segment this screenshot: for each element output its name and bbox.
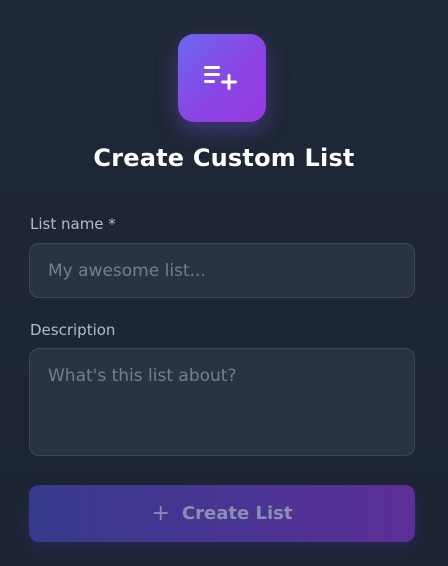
list-add-icon bbox=[178, 34, 266, 122]
create-list-button-label: Create List bbox=[181, 503, 293, 524]
list-name-label: List name * bbox=[30, 215, 116, 233]
create-list-panel: Create Custom List List name * Descripti… bbox=[0, 0, 448, 566]
list-add-icon-graphic bbox=[204, 66, 237, 90]
description-field[interactable] bbox=[29, 348, 415, 456]
plus-icon: + bbox=[151, 500, 170, 526]
description-label: Description bbox=[30, 321, 116, 339]
page-title: Create Custom List bbox=[93, 144, 355, 172]
list-name-input[interactable] bbox=[29, 243, 415, 298]
create-list-button[interactable]: + Create List bbox=[29, 485, 415, 542]
